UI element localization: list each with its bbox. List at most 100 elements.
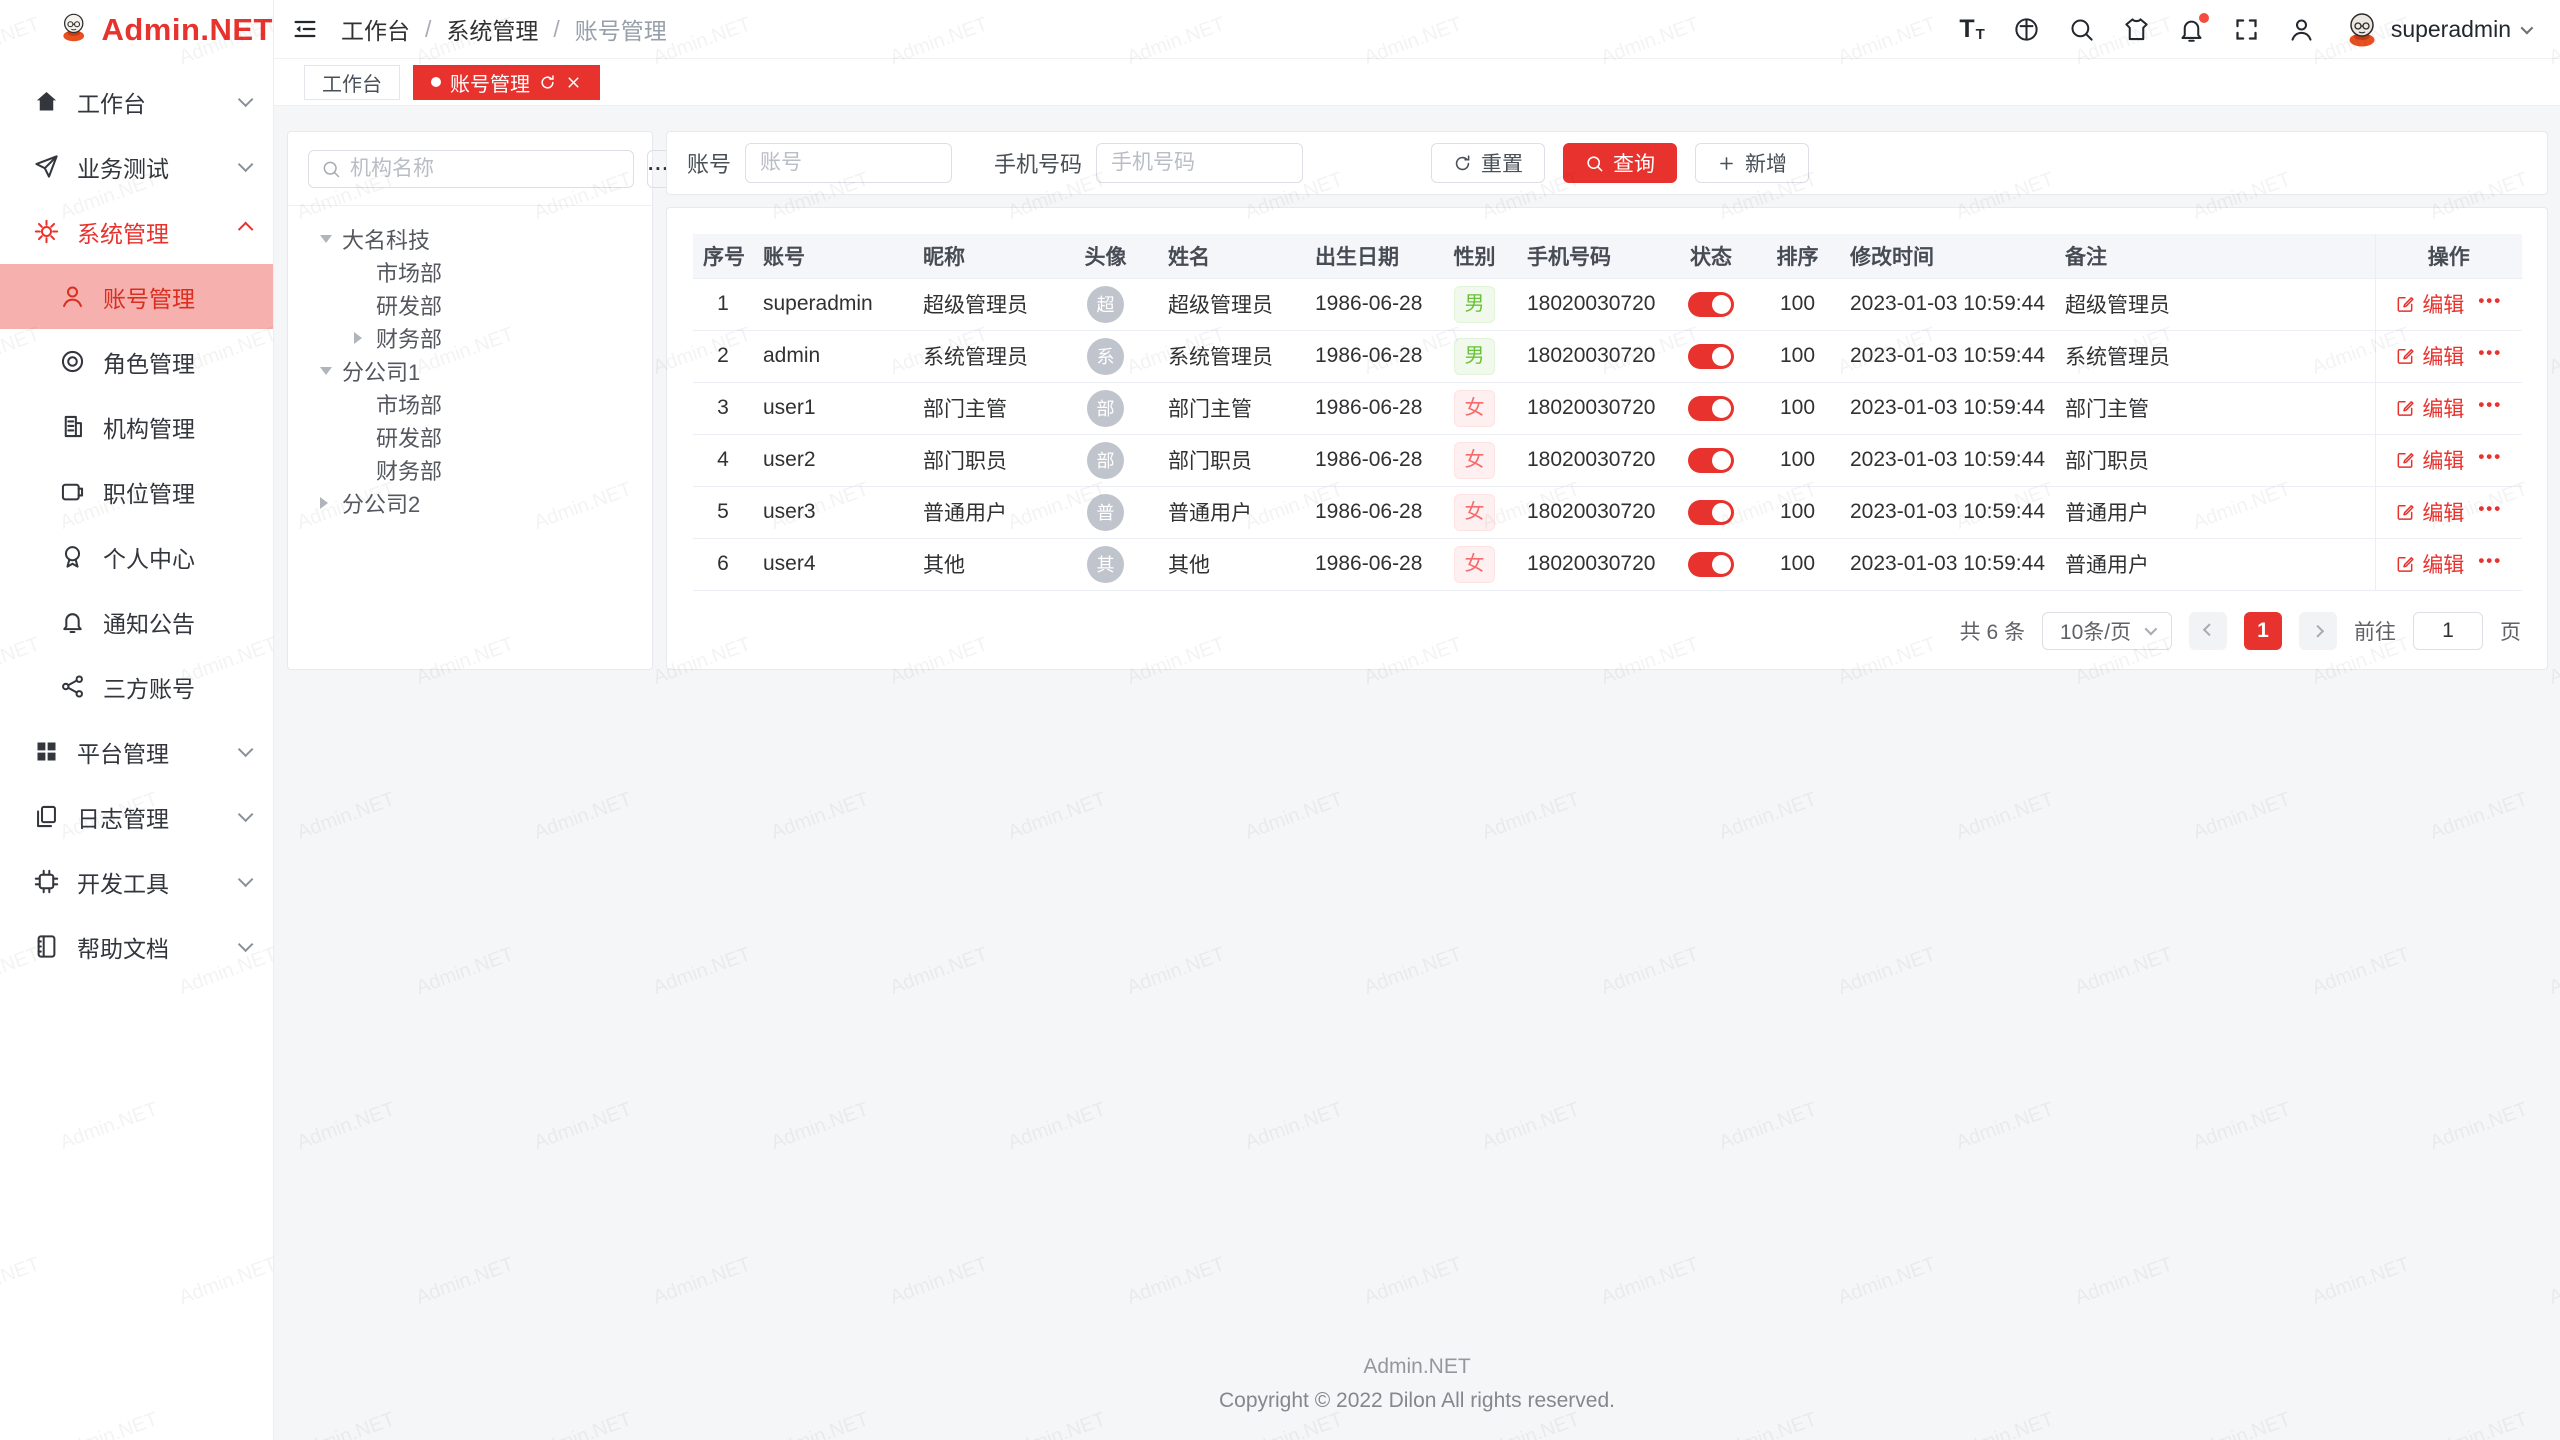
edit-button[interactable]: 编辑 xyxy=(2395,341,2464,371)
current-page[interactable]: 1 xyxy=(2244,612,2282,650)
org-search-input[interactable] xyxy=(350,157,621,181)
edit-button[interactable]: 编辑 xyxy=(2395,497,2464,527)
cpu-icon xyxy=(33,868,60,895)
status-toggle[interactable] xyxy=(1688,344,1734,369)
breadcrumb-item[interactable]: 工作台 xyxy=(341,12,410,46)
refresh-icon[interactable] xyxy=(539,74,556,91)
edit-button[interactable]: 编辑 xyxy=(2395,549,2464,579)
tree-node[interactable]: 分公司2 xyxy=(308,486,632,519)
sidebar-item-document[interactable]: 日志管理 xyxy=(0,784,273,849)
prev-page-button[interactable] xyxy=(2189,612,2227,650)
edit-button[interactable]: 编辑 xyxy=(2395,393,2464,423)
more-actions-button[interactable]: ••• xyxy=(2478,395,2502,421)
query-button[interactable]: 查询 xyxy=(1563,143,1677,183)
tab-account-management[interactable]: 账号管理 xyxy=(413,65,600,100)
user-menu[interactable]: superadmin xyxy=(2343,10,2530,48)
goto-label: 前往 xyxy=(2354,616,2396,646)
sidebar-item-bell[interactable]: 通知公告 xyxy=(0,589,273,654)
sidebar-item-grid[interactable]: 平台管理 xyxy=(0,719,273,784)
sidebar-item-label: 角色管理 xyxy=(103,345,195,379)
cell-actions: 编辑 ••• xyxy=(2375,278,2522,330)
sidebar-item-link[interactable]: 三方账号 xyxy=(0,654,273,719)
cell-index: 1 xyxy=(693,278,753,330)
collapse-sidebar-icon[interactable] xyxy=(291,15,319,43)
cell-birth: 1986-06-28 xyxy=(1305,434,1432,486)
tree-node[interactable]: 市场部 xyxy=(308,255,632,288)
sidebar-item-role[interactable]: 角色管理 xyxy=(0,329,273,394)
right-column: 账号 手机号码 重置 查询 新增 xyxy=(666,131,2548,670)
table-row: 3user1部门主管部部门主管1986-06-28女18020030720100… xyxy=(693,382,2522,434)
sidebar-item-promotion[interactable]: 业务测试 xyxy=(0,134,273,199)
more-actions-button[interactable]: ••• xyxy=(2478,551,2502,577)
cell-gender: 女 xyxy=(1432,486,1517,538)
status-toggle[interactable] xyxy=(1688,448,1734,473)
edit-button[interactable]: 编辑 xyxy=(2395,289,2464,319)
tree-node[interactable]: 研发部 xyxy=(308,288,632,321)
row-actions: 编辑 ••• xyxy=(2386,497,2513,527)
theme-icon[interactable] xyxy=(2123,16,2150,43)
tree-node-label: 财务部 xyxy=(376,454,442,486)
cell-birth: 1986-06-28 xyxy=(1305,538,1432,590)
notification-icon[interactable] xyxy=(2178,16,2205,43)
sidebar-item-cpu[interactable]: 开发工具 xyxy=(0,849,273,914)
cell-name: 其他 xyxy=(1158,538,1305,590)
status-toggle[interactable] xyxy=(1688,396,1734,421)
tree-node-label: 市场部 xyxy=(376,256,442,288)
status-toggle[interactable] xyxy=(1688,500,1734,525)
cell-birth: 1986-06-28 xyxy=(1305,330,1432,382)
row-actions: 编辑 ••• xyxy=(2386,341,2513,371)
phone-input[interactable] xyxy=(1096,143,1303,183)
sidebar-item-office[interactable]: 机构管理 xyxy=(0,394,273,459)
edit-button[interactable]: 编辑 xyxy=(2395,445,2464,475)
footer-copyright: Copyright © 2022 Dilon All rights reserv… xyxy=(274,1384,2560,1418)
tab-workbench[interactable]: 工作台 xyxy=(304,65,400,100)
search-icon[interactable] xyxy=(2068,16,2095,43)
cell-remark: 部门主管 xyxy=(2055,382,2375,434)
add-button[interactable]: 新增 xyxy=(1695,143,1809,183)
cell-modified: 2023-01-03 10:59:44 xyxy=(1840,330,2055,382)
goto-page-input[interactable] xyxy=(2413,612,2483,650)
cell-phone: 18020030720 xyxy=(1517,538,1667,590)
profile-icon[interactable] xyxy=(2288,16,2315,43)
cell-nickname: 系统管理员 xyxy=(913,330,1053,382)
cell-modified: 2023-01-03 10:59:44 xyxy=(1840,278,2055,330)
tree-node[interactable]: 分公司1 xyxy=(308,354,632,387)
sidebar-item-postcard[interactable]: 职位管理 xyxy=(0,459,273,524)
tree-node[interactable]: 市场部 xyxy=(308,387,632,420)
page-size-select[interactable]: 10条/页 xyxy=(2042,612,2172,650)
column-header-actions: 操作 xyxy=(2375,234,2522,278)
sidebar-item-gear[interactable]: 系统管理 xyxy=(0,199,273,264)
more-actions-button[interactable]: ••• xyxy=(2478,499,2502,525)
language-icon[interactable] xyxy=(2013,16,2040,43)
logo[interactable]: Admin.NET xyxy=(0,0,273,59)
sidebar-menu: 工作台业务测试系统管理账号管理角色管理机构管理职位管理个人中心通知公告三方账号平… xyxy=(0,59,273,1440)
row-actions: 编辑 ••• xyxy=(2386,549,2513,579)
tree-node[interactable]: 财务部 xyxy=(308,453,632,486)
username: superadmin xyxy=(2391,16,2511,43)
sidebar-item-user[interactable]: 账号管理 xyxy=(0,264,273,329)
cell-birth: 1986-06-28 xyxy=(1305,486,1432,538)
tree-node[interactable]: 财务部 xyxy=(308,321,632,354)
status-toggle[interactable] xyxy=(1688,292,1734,317)
cell-name: 普通用户 xyxy=(1158,486,1305,538)
fullscreen-icon[interactable] xyxy=(2233,16,2260,43)
sidebar-item-notebook[interactable]: 帮助文档 xyxy=(0,914,273,979)
font-size-icon[interactable]: TT xyxy=(1959,17,1984,42)
close-icon[interactable] xyxy=(565,74,582,91)
reset-button[interactable]: 重置 xyxy=(1431,143,1545,183)
sidebar-item-medal[interactable]: 个人中心 xyxy=(0,524,273,589)
more-actions-button[interactable]: ••• xyxy=(2478,291,2502,317)
account-input[interactable] xyxy=(745,143,952,183)
document-icon xyxy=(33,803,60,830)
more-actions-button[interactable]: ••• xyxy=(2478,447,2502,473)
more-actions-button[interactable]: ••• xyxy=(2478,343,2502,369)
next-page-button[interactable] xyxy=(2299,612,2337,650)
status-toggle[interactable] xyxy=(1688,552,1734,577)
sidebar-item-home[interactable]: 工作台 xyxy=(0,69,273,134)
cell-name: 超级管理员 xyxy=(1158,278,1305,330)
tree-node[interactable]: 研发部 xyxy=(308,420,632,453)
breadcrumb-item[interactable]: 系统管理 xyxy=(446,12,538,46)
postcard-icon xyxy=(59,478,86,505)
tree-node[interactable]: 大名科技 xyxy=(308,222,632,255)
sidebar-item-label: 系统管理 xyxy=(77,215,169,249)
